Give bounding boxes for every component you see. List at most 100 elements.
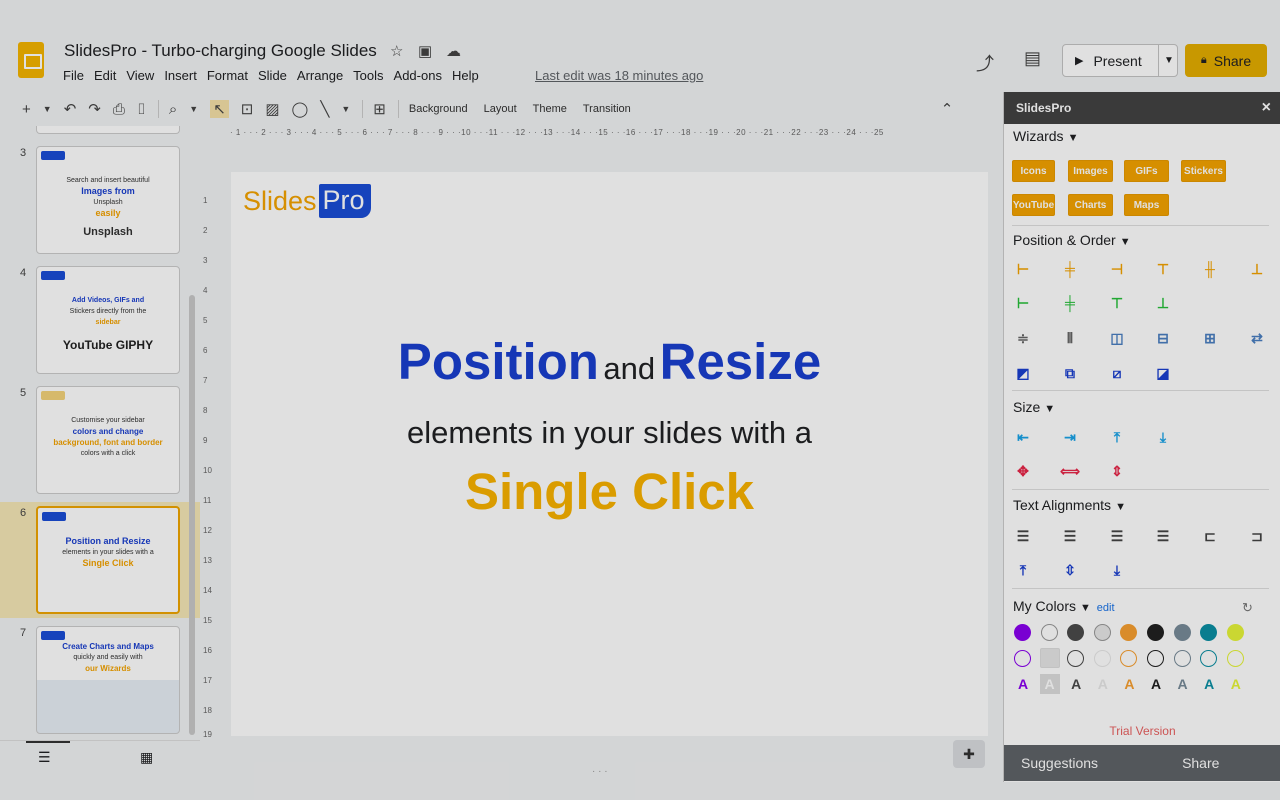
menu-arrange[interactable]: Arrange: [297, 68, 343, 83]
list-view-icon[interactable]: ☰: [38, 749, 51, 766]
font-color-swatch[interactable]: A: [1199, 674, 1219, 694]
match-height-bottom-icon[interactable]: ⤓: [1152, 427, 1174, 447]
menu-edit[interactable]: Edit: [94, 68, 116, 83]
stretch-width-icon[interactable]: ⟺: [1059, 461, 1081, 481]
fill-color-swatch[interactable]: [1120, 624, 1138, 641]
text-align-right-icon[interactable]: ☰: [1106, 526, 1128, 546]
filmstrip-scrollbar[interactable]: [189, 295, 195, 735]
wizard-icons-button[interactable]: Icons: [1012, 160, 1055, 182]
border-color-swatch[interactable]: [1200, 650, 1218, 667]
cloud-status-icon[interactable]: ☁: [446, 42, 461, 60]
suggestions-button[interactable]: Suggestions: [1021, 755, 1098, 771]
comment-add-icon[interactable]: ⊞: [373, 100, 386, 118]
bring-to-front-icon[interactable]: ◩: [1012, 363, 1034, 383]
sidebar-share-button[interactable]: Share: [1182, 755, 1219, 771]
match-height-top-icon[interactable]: ⤒: [1106, 427, 1128, 447]
fill-color-swatch[interactable]: [1226, 624, 1244, 641]
font-color-swatch[interactable]: A: [1039, 674, 1060, 694]
border-color-swatch[interactable]: [1173, 650, 1191, 667]
theme-button[interactable]: Theme: [533, 103, 567, 115]
align-center-h-icon[interactable]: ╪: [1059, 259, 1081, 279]
font-color-swatch[interactable]: A: [1119, 674, 1139, 694]
textbox-icon[interactable]: ⊡: [241, 100, 254, 118]
zoom-icon[interactable]: ⌕: [169, 101, 177, 118]
present-main[interactable]: ▶ Present: [1063, 45, 1159, 76]
close-icon[interactable]: ×: [1262, 99, 1271, 117]
slide-canvas[interactable]: Slides Pro Position and Resize elements …: [231, 172, 988, 736]
comments-icon[interactable]: ▤: [1024, 48, 1041, 69]
new-slide-icon[interactable]: +: [22, 101, 31, 118]
shape-icon[interactable]: ◯: [292, 100, 309, 118]
distribute-right-icon[interactable]: ⊤: [1106, 293, 1128, 313]
menu-addons[interactable]: Add-ons: [394, 68, 442, 83]
grid-view-icon[interactable]: ▦: [140, 749, 153, 766]
menu-slide[interactable]: Slide: [258, 68, 287, 83]
font-color-swatch[interactable]: A: [1066, 674, 1086, 694]
my-colors-section-toggle[interactable]: My Colors ▼ edit: [1013, 598, 1115, 614]
align-left-icon[interactable]: ⊢: [1012, 259, 1034, 279]
text-valign-top-icon[interactable]: ⤒: [1012, 560, 1034, 580]
undo-icon[interactable]: ↶: [64, 100, 77, 118]
menu-format[interactable]: Format: [207, 68, 248, 83]
redo-icon[interactable]: ↷: [88, 100, 101, 118]
fill-color-swatch[interactable]: [1147, 624, 1164, 641]
fill-color-swatch[interactable]: [1200, 624, 1218, 641]
document-title[interactable]: SlidesPro - Turbo-charging Google Slides: [64, 41, 377, 61]
text-valign-middle-icon[interactable]: ⇳: [1059, 560, 1081, 580]
slide-thumbnail-6[interactable]: Position and Resize elements in your sli…: [36, 506, 180, 614]
fill-color-swatch[interactable]: [1173, 624, 1191, 641]
star-icon[interactable]: ☆: [390, 42, 403, 60]
wizards-section-toggle[interactable]: Wizards ▼: [1013, 128, 1078, 144]
font-color-swatch[interactable]: A: [1226, 674, 1246, 694]
fill-color-swatch[interactable]: [1093, 624, 1111, 641]
wizard-gifs-button[interactable]: GIFs: [1124, 160, 1169, 182]
explore-icon[interactable]: ✚: [953, 740, 985, 768]
slide-subheadline[interactable]: elements in your slides with a: [231, 415, 988, 451]
transition-button[interactable]: Transition: [583, 103, 631, 115]
wizard-images-button[interactable]: Images: [1068, 160, 1113, 182]
move-folder-icon[interactable]: ▣: [418, 42, 432, 60]
distribute-horizontal-icon[interactable]: ⦀: [1059, 328, 1081, 348]
share-button[interactable]: 🔒︎ Share: [1185, 44, 1267, 77]
text-align-justify-icon[interactable]: ☰: [1152, 526, 1174, 546]
text-valign-bottom-icon[interactable]: ⤓: [1106, 560, 1128, 580]
present-dropdown-icon[interactable]: ▼: [1164, 55, 1174, 66]
match-width-left-icon[interactable]: ⇤: [1012, 427, 1034, 447]
slide-headline[interactable]: Position and Resize: [231, 332, 988, 391]
wizard-stickers-button[interactable]: Stickers: [1181, 160, 1226, 182]
line-icon[interactable]: ╲: [320, 100, 329, 118]
last-edit-link[interactable]: Last edit was 18 minutes ago: [535, 68, 703, 83]
border-color-swatch[interactable]: [1120, 650, 1138, 667]
menu-help[interactable]: Help: [452, 68, 479, 83]
paint-format-icon[interactable]: ⌷: [137, 101, 146, 118]
wizard-maps-button[interactable]: Maps: [1124, 194, 1169, 216]
present-button[interactable]: ▶ Present ▼: [1062, 44, 1178, 77]
send-to-back-icon[interactable]: ◪: [1152, 363, 1174, 383]
distribute-bottom-icon[interactable]: ⊥: [1152, 293, 1174, 313]
font-color-swatch[interactable]: A: [1093, 674, 1113, 694]
stretch-height-icon[interactable]: ⇕: [1106, 461, 1128, 481]
font-color-swatch[interactable]: A: [1013, 674, 1033, 694]
text-align-center-icon[interactable]: ☰: [1059, 526, 1081, 546]
refresh-colors-icon[interactable]: ↻: [1242, 600, 1253, 616]
slide-thumbnail-5[interactable]: Customise your sidebar colors and change…: [36, 386, 180, 494]
distribute-left-icon[interactable]: ⊢: [1012, 293, 1034, 313]
border-color-swatch[interactable]: [1067, 650, 1085, 667]
line-dropdown-icon[interactable]: ▼: [341, 104, 350, 114]
distribute-vertical-icon[interactable]: ≑: [1012, 328, 1034, 348]
slide-thumbnail-3[interactable]: Search and insert beautiful Images from …: [36, 146, 180, 254]
border-color-swatch[interactable]: [1226, 650, 1244, 667]
menu-file[interactable]: File: [63, 68, 84, 83]
fill-color-swatch[interactable]: [1067, 624, 1085, 641]
fill-color-swatch[interactable]: [1040, 624, 1058, 641]
center-horizontal-guide-icon[interactable]: ⊟: [1152, 328, 1174, 348]
match-size-icon[interactable]: ✥: [1012, 461, 1034, 481]
slide-thumbnail-partial[interactable]: [36, 126, 180, 134]
speaker-notes-handle[interactable]: · · ·: [592, 766, 608, 777]
font-color-swatch[interactable]: A: [1173, 674, 1193, 694]
bring-forward-icon[interactable]: ⧉: [1059, 363, 1081, 383]
menu-insert[interactable]: Insert: [164, 68, 197, 83]
position-section-toggle[interactable]: Position & Order ▼: [1013, 232, 1131, 248]
font-color-swatch[interactable]: A: [1146, 674, 1166, 694]
center-both-guide-icon[interactable]: ⊞: [1199, 328, 1221, 348]
